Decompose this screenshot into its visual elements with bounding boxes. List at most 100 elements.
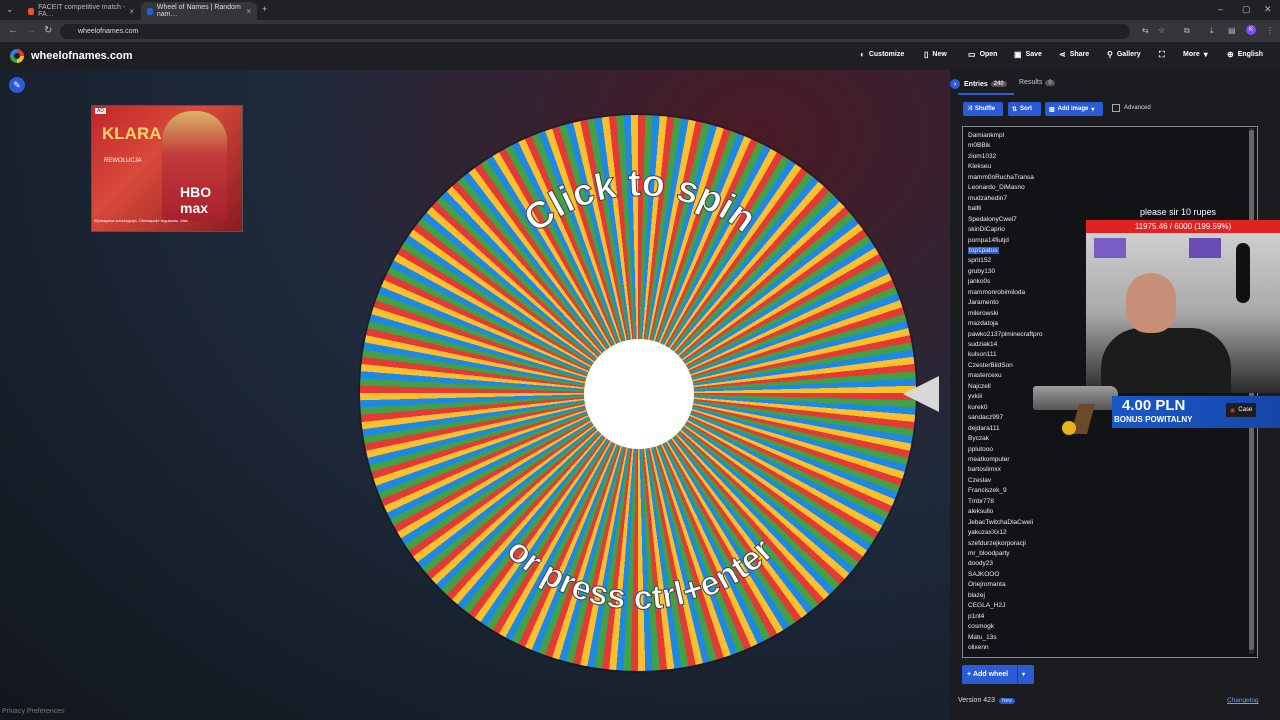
webcam-overlay xyxy=(1086,233,1280,393)
entry-line[interactable]: Franciszek_9 xyxy=(968,487,1007,494)
entry-line[interactable]: sprit152 xyxy=(968,257,991,264)
entry-line[interactable]: cosmogk xyxy=(968,623,994,630)
reload-icon[interactable]: ↻ xyxy=(44,25,52,36)
globe-icon: ⊕ xyxy=(1227,50,1234,59)
advanced-label: Advanced xyxy=(1124,105,1151,111)
entry-line[interactable]: olixenn xyxy=(968,644,989,651)
entry-line[interactable]: Matu_13s xyxy=(968,634,997,641)
entry-line[interactable]: mamm0nRuchaTransa xyxy=(968,174,1034,181)
close-window-icon[interactable]: ✕ xyxy=(1264,4,1272,15)
add-image-button[interactable]: ▨ Add image ▾ xyxy=(1045,102,1103,116)
entry-line[interactable]: Klekseu xyxy=(968,163,991,170)
url-field[interactable]: wheelofnames.com xyxy=(60,24,1130,39)
entry-line[interactable]: ziom1032 xyxy=(968,153,996,160)
tab-list-icon[interactable]: ⌄ xyxy=(6,4,14,15)
extensions-icon[interactable]: ⧉ xyxy=(1184,26,1190,36)
menu-language[interactable]: ⊕ English xyxy=(1227,50,1263,59)
menu-open[interactable]: ▭ Open xyxy=(968,50,997,59)
sidepanel-icon[interactable]: ▤ xyxy=(1228,26,1236,35)
entry-line[interactable]: kulson111 xyxy=(968,351,997,358)
entry-line[interactable]: doody23 xyxy=(968,560,993,567)
forward-icon[interactable]: → xyxy=(26,25,36,36)
entry-line[interactable]: dejdara111 xyxy=(968,425,1000,432)
entry-line[interactable]: aleksullo xyxy=(968,508,993,515)
entry-line[interactable]: milerowski xyxy=(968,310,998,317)
entry-line[interactable]: Tmbr778 xyxy=(968,498,994,505)
entry-line[interactable]: mazdatoja xyxy=(968,320,998,327)
entry-line[interactable]: Damiankmpl xyxy=(968,132,1004,139)
advertisement[interactable]: AD KLARA REWOLUCJA HBO max Wymagana subs… xyxy=(91,105,243,232)
entry-line[interactable]: yvkiii xyxy=(968,393,982,400)
shuffle-button[interactable]: ⤨ Shuffle xyxy=(963,102,1003,116)
advanced-checkbox[interactable]: Advanced xyxy=(1112,104,1151,112)
back-icon[interactable]: ← xyxy=(8,25,18,36)
entry-line[interactable]: ballti xyxy=(968,205,981,212)
entry-line[interactable]: skinDiCaprio xyxy=(968,226,1005,233)
entry-line[interactable]: sudziak14 xyxy=(968,341,997,348)
entry-line[interactable]: szefdurzejkorporacji xyxy=(968,540,1026,547)
browser-tab-wheel[interactable]: Wheel of Names | Random nam… × xyxy=(141,2,257,20)
entry-line[interactable]: JebacTwitchaDlaCweli xyxy=(968,519,1033,526)
collapse-chevron-icon[interactable]: › xyxy=(950,79,960,89)
wheel-logo-icon[interactable] xyxy=(10,49,24,63)
entry-line[interactable]: pawko2137plminecraftpro xyxy=(968,331,1042,338)
chevron-down-icon: ▾ xyxy=(1203,50,1208,59)
entry-line[interactable]: pplutooo xyxy=(968,446,993,453)
menu-dots-icon[interactable]: ⋮ xyxy=(1266,26,1274,35)
changelog-link[interactable]: Changelog xyxy=(1227,697,1258,704)
entry-line[interactable]: mastercexu xyxy=(968,372,1002,379)
entry-line[interactable]: SAJKOOO xyxy=(968,571,999,578)
entry-line[interactable]: m0BBik xyxy=(968,142,990,149)
entry-line[interactable]: top1patus xyxy=(968,246,999,254)
close-icon[interactable]: × xyxy=(129,7,134,16)
menu-save[interactable]: ▣ Save xyxy=(1014,50,1042,59)
entry-line[interactable]: blazej xyxy=(968,592,985,599)
minimize-icon[interactable]: – xyxy=(1218,4,1223,14)
privacy-preferences-link[interactable]: Privacy Preferences xyxy=(2,708,65,715)
star-icon[interactable]: ☆ xyxy=(1158,26,1165,35)
entry-line[interactable]: mr_bloodparty xyxy=(968,550,1010,557)
entry-line[interactable]: sandacz997 xyxy=(968,414,1003,421)
entry-line[interactable]: pompa14fiutjd xyxy=(968,237,1009,244)
menu-more[interactable]: More ▾ xyxy=(1183,50,1208,59)
entry-line[interactable]: Jaramento xyxy=(968,299,999,306)
menu-customize[interactable]: ◐ Customize xyxy=(860,50,904,59)
tab-results[interactable]: Results 0 xyxy=(1019,79,1055,86)
entry-line[interactable]: p1nt4 xyxy=(968,613,984,620)
download-icon[interactable]: ⤓ xyxy=(1210,26,1214,36)
edit-pencil-icon[interactable]: ✎ xyxy=(9,77,25,93)
add-wheel-button[interactable]: + Add wheel ▾ xyxy=(962,665,1034,684)
menu-fullscreen[interactable]: ⛶ xyxy=(1159,50,1165,60)
menu-share[interactable]: ⋖ Share xyxy=(1059,50,1089,59)
tab-entries[interactable]: › Entries 240 xyxy=(950,79,1007,89)
entry-line[interactable]: bartoslimxx xyxy=(968,466,1001,473)
entry-line[interactable]: SpedalonyCwel7 xyxy=(968,216,1017,223)
entry-line[interactable]: CzesterBildSon xyxy=(968,362,1013,369)
entry-line[interactable]: yakuzaxXx12 xyxy=(968,529,1007,536)
entry-line[interactable]: mammonrobimiloda xyxy=(968,289,1025,296)
site-name[interactable]: wheelofnames.com xyxy=(31,50,132,62)
menu-new[interactable]: ▯ New xyxy=(924,50,947,59)
entry-line[interactable]: meatkomputer xyxy=(968,456,1010,463)
entry-line[interactable]: Czeslav xyxy=(968,477,991,484)
entry-line[interactable]: Byczak xyxy=(968,435,989,442)
entry-line[interactable]: kurek0 xyxy=(968,404,988,411)
profile-avatar[interactable]: K xyxy=(1246,25,1256,35)
chevron-down-icon[interactable]: ▾ xyxy=(1022,671,1025,678)
translate-icon[interactable]: ⇆ xyxy=(1142,26,1149,35)
wheel-center-hub[interactable] xyxy=(584,339,694,449)
new-tab-icon[interactable]: + xyxy=(262,4,267,14)
menu-gallery[interactable]: ⚲ Gallery xyxy=(1107,50,1141,59)
browser-tab-faceit[interactable]: FACEIT competitive match - FA… × xyxy=(22,2,140,20)
close-icon[interactable]: × xyxy=(246,7,251,16)
entry-line[interactable]: janko0s xyxy=(968,278,990,285)
checkbox-icon[interactable] xyxy=(1112,104,1120,112)
entry-line[interactable]: Najczell xyxy=(968,383,991,390)
entry-line[interactable]: gruby130 xyxy=(968,268,995,275)
entry-line[interactable]: Onejromanta xyxy=(968,581,1006,588)
entry-line[interactable]: CEGLA_H2J xyxy=(968,602,1005,609)
maximize-icon[interactable]: ▢ xyxy=(1242,4,1251,15)
sort-button[interactable]: ⇅ Sort xyxy=(1008,102,1041,116)
entry-line[interactable]: mudzahedin7 xyxy=(968,195,1007,202)
entry-line[interactable]: Leonardo_DiMasno xyxy=(968,184,1025,191)
